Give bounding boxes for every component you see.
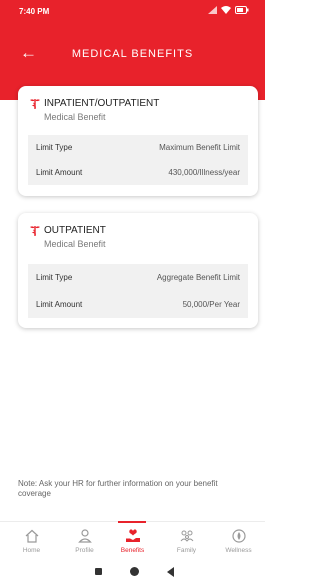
nav-label: Profile [75, 547, 94, 554]
signal-icon [208, 6, 217, 14]
row-value: 430,000/Illness/year [168, 168, 240, 177]
caduceus-icon [30, 226, 40, 236]
battery-icon [235, 6, 249, 14]
nav-label: Family [176, 547, 197, 554]
card-subtitle: Medical Benefit [44, 112, 106, 122]
nav-item-benefits[interactable]: Benefits [106, 522, 159, 562]
nav-item-wellness[interactable]: Wellness [212, 522, 265, 562]
card-title: OUTPATIENT [44, 225, 106, 236]
table-row: Limit Amount 430,000/Illness/year [28, 160, 248, 185]
table-row: Limit Amount 50,000/Per Year [28, 291, 248, 318]
benefit-card-outpatient: OUTPATIENT Medical Benefit Limit Type Ag… [18, 213, 258, 328]
nav-item-home[interactable]: Home [5, 522, 58, 562]
wellness-icon [231, 529, 246, 543]
family-icon [180, 530, 193, 542]
row-label: Limit Amount [36, 168, 83, 177]
page-title: MEDICAL BENEFITS [71, 48, 194, 60]
row-value: Maximum Benefit Limit [159, 143, 240, 152]
bottom-nav: Home Profile Benefits Family Wellness [0, 521, 265, 561]
nav-label: Benefits [120, 547, 145, 554]
recents-icon[interactable] [95, 568, 102, 575]
home-button-icon[interactable] [130, 567, 139, 576]
table-row: Limit Type Maximum Benefit Limit [28, 135, 248, 160]
row-label: Limit Type [36, 273, 73, 282]
benefit-table: Limit Type Maximum Benefit Limit Limit A… [28, 135, 248, 185]
row-value: 50,000/Per Year [182, 300, 240, 309]
nav-item-family[interactable]: Family [160, 522, 213, 562]
table-row: Limit Type Aggregate Benefit Limit [28, 264, 248, 291]
coverage-note: Note: Ask your HR for further informatio… [18, 479, 218, 498]
card-subtitle: Medical Benefit [44, 239, 106, 249]
nav-label: Wellness [225, 547, 252, 554]
caduceus-icon [30, 99, 40, 109]
benefit-table: Limit Type Aggregate Benefit Limit Limit… [28, 264, 248, 318]
row-label: Limit Amount [36, 300, 83, 309]
row-label: Limit Type [36, 143, 73, 152]
system-back-icon[interactable] [167, 567, 174, 577]
home-icon [25, 529, 38, 543]
benefits-icon [125, 529, 140, 542]
status-icons [208, 6, 249, 14]
nav-item-profile[interactable]: Profile [58, 522, 111, 562]
system-nav-bar [0, 561, 265, 583]
status-time: 7:40 PM [19, 7, 50, 16]
benefit-card-inpatient-outpatient: INPATIENT/OUTPATIENT Medical Benefit Lim… [18, 86, 258, 196]
wifi-icon [221, 6, 231, 14]
app-header: 7:40 PM ← MEDICAL BENEFITS [0, 0, 265, 100]
row-value: Aggregate Benefit Limit [156, 273, 240, 282]
card-title: INPATIENT/OUTPATIENT [44, 98, 160, 109]
profile-icon [77, 529, 92, 543]
nav-label: Home [22, 547, 41, 554]
